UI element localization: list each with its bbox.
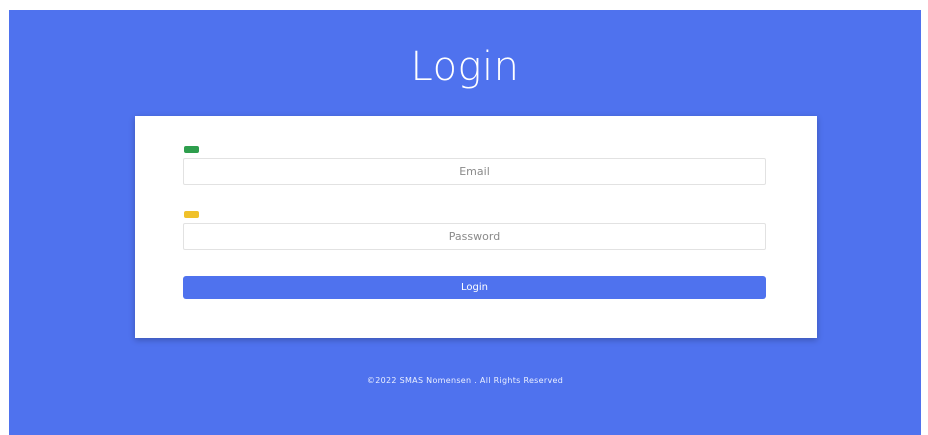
password-status-indicator: [184, 211, 199, 218]
email-status-indicator: [184, 146, 199, 153]
login-card: Login: [135, 116, 817, 338]
footer-copyright: ©2022 SMAS Nomensen . All Rights Reserve…: [366, 376, 564, 385]
page-title: Login: [410, 44, 520, 90]
password-field[interactable]: [183, 223, 766, 250]
email-field[interactable]: [183, 158, 766, 185]
login-page: Login Login ©2022 SMAS Nomensen . All Ri…: [9, 10, 921, 435]
login-button[interactable]: Login: [183, 276, 766, 299]
